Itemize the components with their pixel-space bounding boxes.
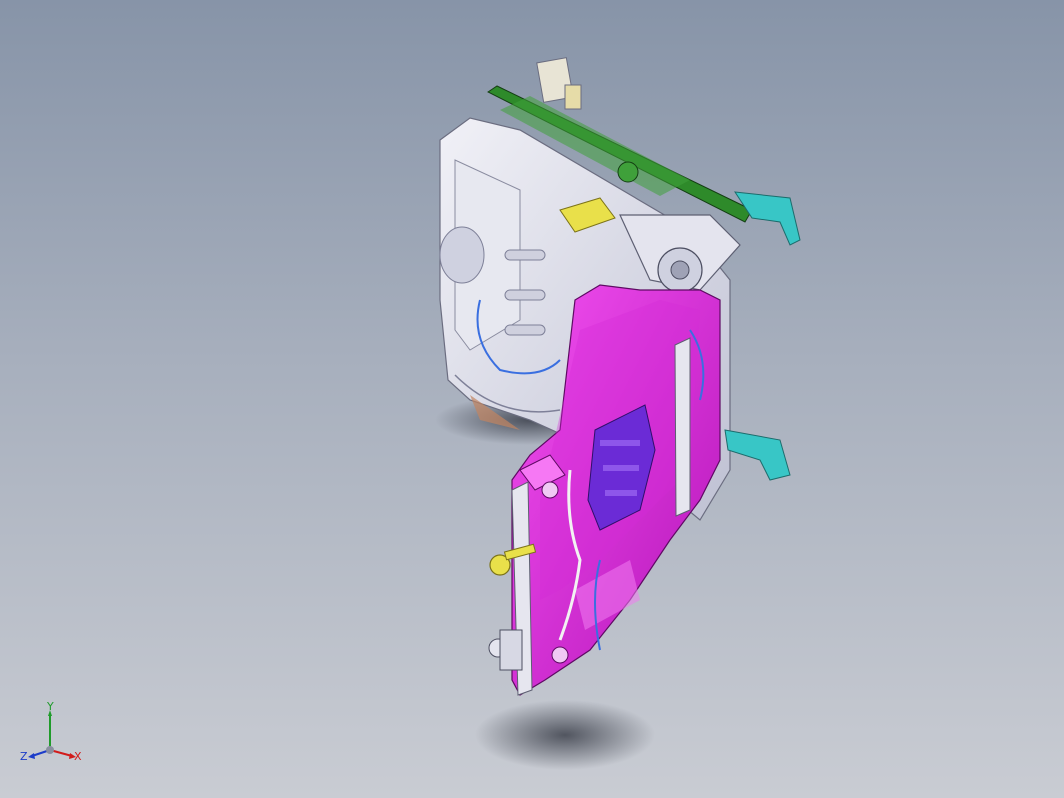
front-mount-bracket-lower[interactable] — [724, 429, 791, 481]
y-axis-label: Y — [46, 700, 54, 713]
x-axis-label: X — [74, 750, 82, 763]
cushion-side-member-right[interactable] — [674, 337, 691, 517]
model-shadow-lower — [475, 700, 655, 770]
coordinate-triad: Y X Z — [20, 700, 82, 763]
cad-viewport[interactable]: Y X Z — [0, 0, 1064, 798]
z-axis-label: Z — [20, 750, 28, 763]
lower-side-bracket[interactable] — [488, 629, 523, 671]
seat-frame-model[interactable] — [0, 0, 1064, 798]
